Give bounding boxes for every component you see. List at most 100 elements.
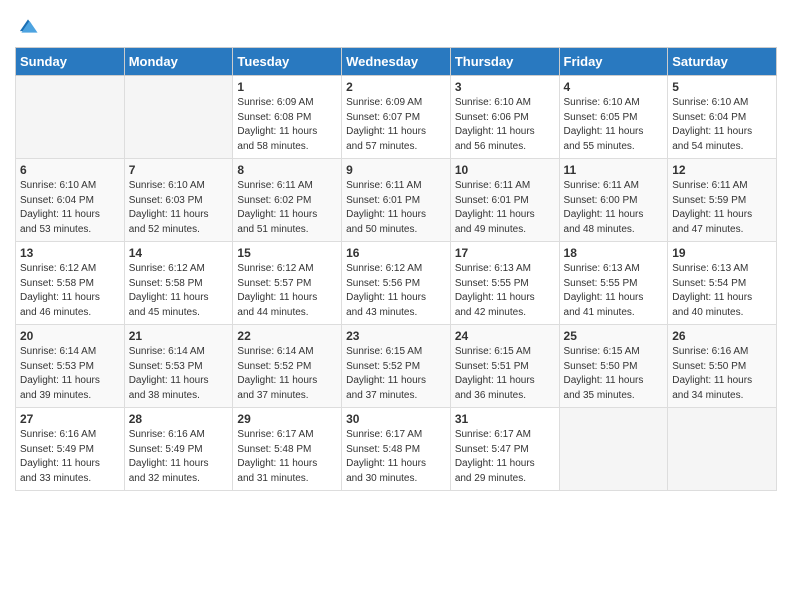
calendar-cell: 4 Sunrise: 6:10 AM Sunset: 6:05 PM Daylig…: [559, 76, 668, 159]
day-info: Sunrise: 6:12 AM Sunset: 5:56 PM Dayligh…: [346, 262, 446, 320]
day-info: Sunrise: 6:11 AM Sunset: 6:01 PM Dayligh…: [346, 179, 446, 237]
day-info: Sunrise: 6:15 AM Sunset: 5:51 PM Dayligh…: [455, 345, 555, 403]
day-info: Sunrise: 6:16 AM Sunset: 5:50 PM Dayligh…: [672, 345, 772, 403]
day-info: Sunrise: 6:09 AM Sunset: 6:07 PM Dayligh…: [346, 96, 446, 154]
calendar-cell: 1Sunrise: 6:09 AM Sunset: 6:08 PM Daylig…: [233, 76, 342, 159]
day-info: Sunrise: 6:15 AM Sunset: 5:50 PM Dayligh…: [564, 345, 664, 403]
calendar-cell: 12Sunrise: 6:11 AM Sunset: 5:59 PM Dayli…: [668, 159, 777, 242]
calendar-cell: 13Sunrise: 6:12 AM Sunset: 5:58 PM Dayli…: [16, 242, 125, 325]
header: [15, 10, 777, 37]
calendar-cell: 27 Sunrise: 6:16 AM Sunset: 5:49 PM Dayli…: [16, 408, 125, 491]
day-number: 8: [237, 163, 337, 177]
day-info: Sunrise: 6:14 AM Sunset: 5:52 PM Dayligh…: [237, 345, 337, 403]
day-number: 4: [564, 80, 664, 94]
day-number: 29: [237, 412, 337, 426]
day-number: 13: [20, 246, 120, 260]
day-info: Sunrise: 6:12 AM Sunset: 5:58 PM Dayligh…: [129, 262, 229, 320]
day-number: 22: [237, 329, 337, 343]
logo: [15, 15, 39, 37]
day-header-wednesday: Wednesday: [342, 48, 451, 76]
day-number: 27: [20, 412, 120, 426]
day-number: 10: [455, 163, 555, 177]
day-number: 2: [346, 80, 446, 94]
day-info: Sunrise: 6:13 AM Sunset: 5:55 PM Dayligh…: [564, 262, 664, 320]
main-container: SundayMondayTuesdayWednesdayThursdayFrid…: [0, 0, 792, 506]
day-info: Sunrise: 6:15 AM Sunset: 5:52 PM Dayligh…: [346, 345, 446, 403]
calendar-cell: 28 Sunrise: 6:16 AM Sunset: 5:49 PM Dayli…: [124, 408, 233, 491]
calendar-cell: 19 Sunrise: 6:13 AM Sunset: 5:54 PM Dayli…: [668, 242, 777, 325]
day-info: Sunrise: 6:10 AM Sunset: 6:03 PM Dayligh…: [129, 179, 229, 237]
day-number: 14: [129, 246, 229, 260]
calendar-cell: [16, 76, 125, 159]
calendar-cell: 21Sunrise: 6:14 AM Sunset: 5:53 PM Dayli…: [124, 325, 233, 408]
day-header-tuesday: Tuesday: [233, 48, 342, 76]
calendar-cell: 11 Sunrise: 6:11 AM Sunset: 6:00 PM Dayli…: [559, 159, 668, 242]
day-info: Sunrise: 6:11 AM Sunset: 6:02 PM Dayligh…: [237, 179, 337, 237]
calendar-cell: 25 Sunrise: 6:15 AM Sunset: 5:50 PM Dayli…: [559, 325, 668, 408]
calendar-cell: 7 Sunrise: 6:10 AM Sunset: 6:03 PM Daylig…: [124, 159, 233, 242]
day-number: 11: [564, 163, 664, 177]
day-number: 18: [564, 246, 664, 260]
calendar-cell: 30 Sunrise: 6:17 AM Sunset: 5:48 PM Dayli…: [342, 408, 451, 491]
calendar-week-row: 27 Sunrise: 6:16 AM Sunset: 5:49 PM Dayli…: [16, 408, 777, 491]
day-header-thursday: Thursday: [450, 48, 559, 76]
day-info: Sunrise: 6:17 AM Sunset: 5:47 PM Dayligh…: [455, 428, 555, 486]
calendar-cell: 31 Sunrise: 6:17 AM Sunset: 5:47 PM Dayli…: [450, 408, 559, 491]
day-number: 19: [672, 246, 772, 260]
calendar-cell: 24Sunrise: 6:15 AM Sunset: 5:51 PM Dayli…: [450, 325, 559, 408]
calendar-cell: 2 Sunrise: 6:09 AM Sunset: 6:07 PM Daylig…: [342, 76, 451, 159]
day-info: Sunrise: 6:10 AM Sunset: 6:06 PM Dayligh…: [455, 96, 555, 154]
day-number: 28: [129, 412, 229, 426]
day-number: 31: [455, 412, 555, 426]
day-info: Sunrise: 6:13 AM Sunset: 5:54 PM Dayligh…: [672, 262, 772, 320]
calendar-header-row: SundayMondayTuesdayWednesdayThursdayFrid…: [16, 48, 777, 76]
day-info: Sunrise: 6:10 AM Sunset: 6:04 PM Dayligh…: [20, 179, 120, 237]
day-info: Sunrise: 6:17 AM Sunset: 5:48 PM Dayligh…: [237, 428, 337, 486]
calendar-week-row: 13 Sunrise: 6:12 AM Sunset: 5:58 PM Dayli…: [16, 242, 777, 325]
day-number: 20: [20, 329, 120, 343]
day-number: 26: [672, 329, 772, 343]
calendar-cell: 3Sunrise: 6:10 AM Sunset: 6:06 PM Daylig…: [450, 76, 559, 159]
calendar-cell: [668, 408, 777, 491]
day-number: 1: [237, 80, 337, 94]
day-number: 21: [129, 329, 229, 343]
day-number: 17: [455, 246, 555, 260]
day-header-friday: Friday: [559, 48, 668, 76]
day-header-saturday: Saturday: [668, 48, 777, 76]
calendar-cell: 6Sunrise: 6:10 AM Sunset: 6:04 PM Daylig…: [16, 159, 125, 242]
calendar-cell: 29 Sunrise: 6:17 AM Sunset: 5:48 PM Dayli…: [233, 408, 342, 491]
calendar-cell: 15Sunrise: 6:12 AM Sunset: 5:57 PM Dayli…: [233, 242, 342, 325]
day-info: Sunrise: 6:10 AM Sunset: 6:05 PM Dayligh…: [564, 96, 664, 154]
calendar-cell: 10 Sunrise: 6:11 AM Sunset: 6:01 PM Dayli…: [450, 159, 559, 242]
calendar-cell: 9Sunrise: 6:11 AM Sunset: 6:01 PM Daylig…: [342, 159, 451, 242]
day-number: 25: [564, 329, 664, 343]
day-number: 23: [346, 329, 446, 343]
day-header-monday: Monday: [124, 48, 233, 76]
calendar-table: SundayMondayTuesdayWednesdayThursdayFrid…: [15, 47, 777, 491]
day-number: 15: [237, 246, 337, 260]
calendar-cell: 22 Sunrise: 6:14 AM Sunset: 5:52 PM Dayli…: [233, 325, 342, 408]
logo-icon: [17, 15, 39, 37]
calendar-cell: 17 Sunrise: 6:13 AM Sunset: 5:55 PM Dayli…: [450, 242, 559, 325]
day-number: 5: [672, 80, 772, 94]
day-number: 30: [346, 412, 446, 426]
calendar-cell: 14 Sunrise: 6:12 AM Sunset: 5:58 PM Dayli…: [124, 242, 233, 325]
calendar-cell: 26 Sunrise: 6:16 AM Sunset: 5:50 PM Dayli…: [668, 325, 777, 408]
day-info: Sunrise: 6:11 AM Sunset: 6:01 PM Dayligh…: [455, 179, 555, 237]
day-number: 7: [129, 163, 229, 177]
day-info: Sunrise: 6:16 AM Sunset: 5:49 PM Dayligh…: [20, 428, 120, 486]
day-number: 12: [672, 163, 772, 177]
calendar-cell: 5 Sunrise: 6:10 AM Sunset: 6:04 PM Daylig…: [668, 76, 777, 159]
day-info: Sunrise: 6:11 AM Sunset: 6:00 PM Dayligh…: [564, 179, 664, 237]
calendar-cell: 16 Sunrise: 6:12 AM Sunset: 5:56 PM Dayli…: [342, 242, 451, 325]
calendar-week-row: 20Sunrise: 6:14 AM Sunset: 5:53 PM Dayli…: [16, 325, 777, 408]
day-info: Sunrise: 6:10 AM Sunset: 6:04 PM Dayligh…: [672, 96, 772, 154]
day-info: Sunrise: 6:16 AM Sunset: 5:49 PM Dayligh…: [129, 428, 229, 486]
day-header-sunday: Sunday: [16, 48, 125, 76]
calendar-week-row: 1Sunrise: 6:09 AM Sunset: 6:08 PM Daylig…: [16, 76, 777, 159]
day-number: 16: [346, 246, 446, 260]
calendar-cell: [559, 408, 668, 491]
calendar-cell: 20Sunrise: 6:14 AM Sunset: 5:53 PM Dayli…: [16, 325, 125, 408]
day-info: Sunrise: 6:17 AM Sunset: 5:48 PM Dayligh…: [346, 428, 446, 486]
day-info: Sunrise: 6:13 AM Sunset: 5:55 PM Dayligh…: [455, 262, 555, 320]
